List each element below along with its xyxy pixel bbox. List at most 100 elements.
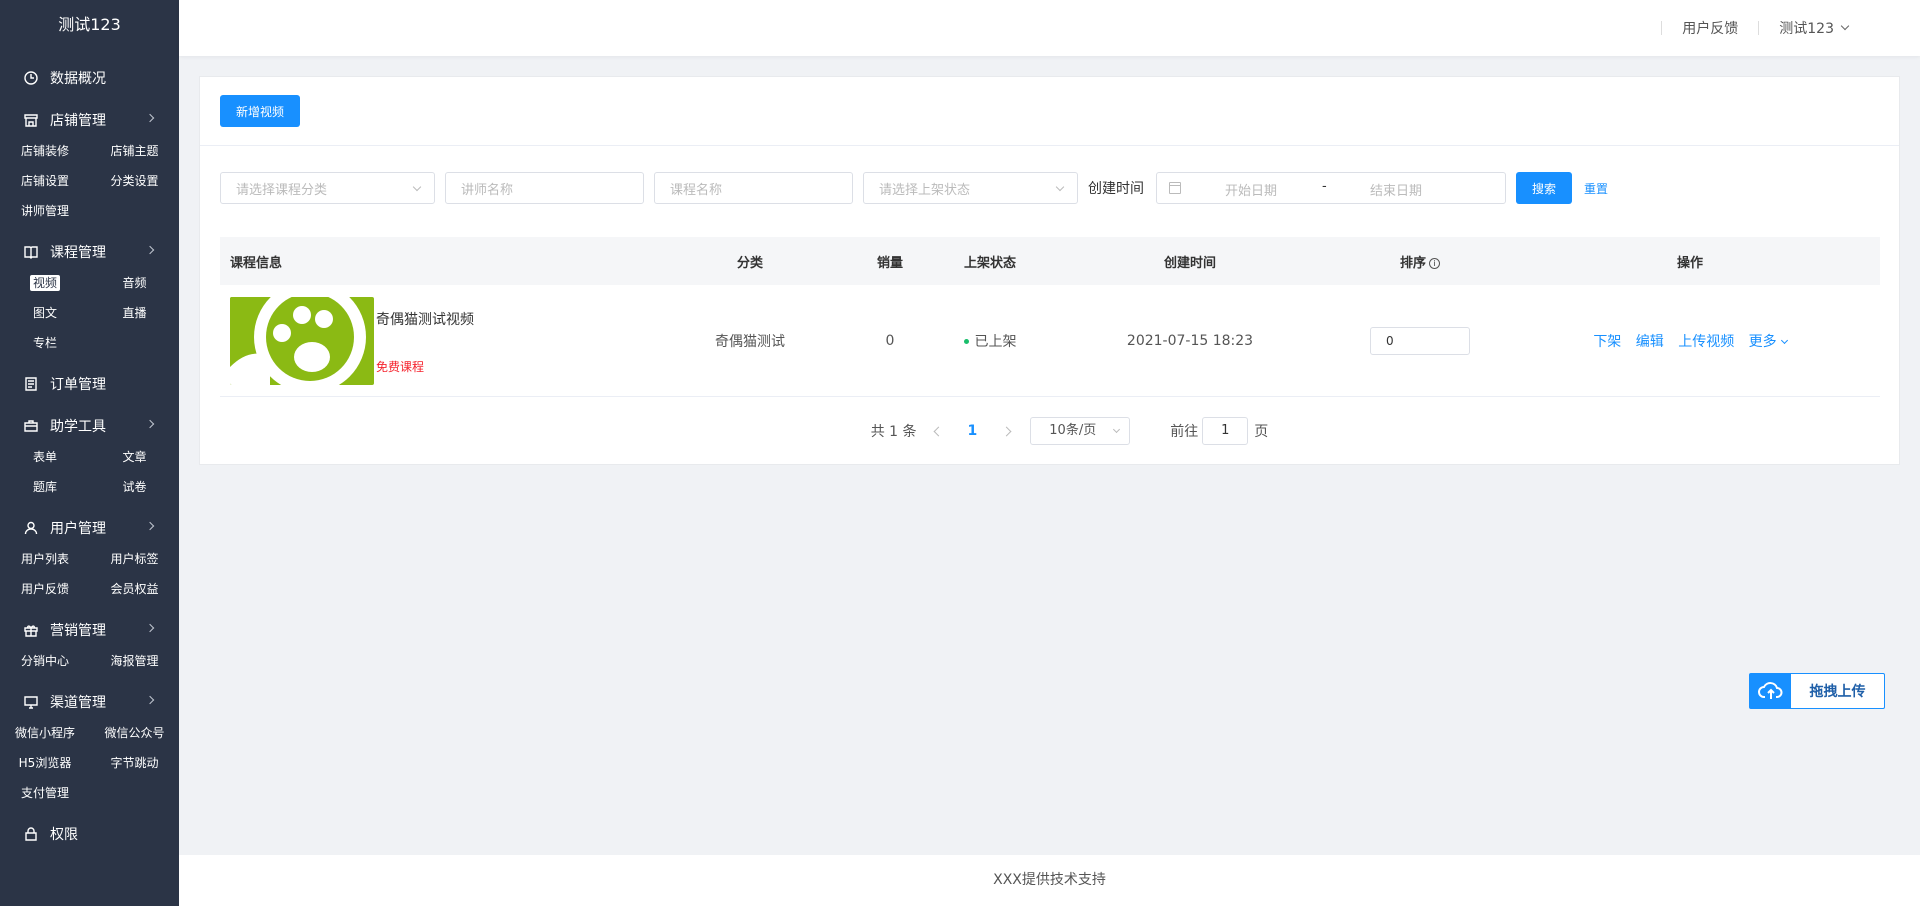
- reset-link[interactable]: 重置: [1584, 180, 1608, 197]
- course-info-cell: 奇偶猫测试视频 免费课程: [220, 296, 660, 385]
- sidebar-item-article[interactable]: 图文: [0, 298, 90, 328]
- sidebar-item-video[interactable]: 视频: [0, 268, 90, 298]
- sidebar-item-question-bank[interactable]: 题库: [0, 472, 90, 502]
- nav-label: 营销管理: [50, 623, 106, 639]
- sidebar-item-articles[interactable]: 文章: [90, 442, 179, 472]
- document-icon: [24, 377, 38, 391]
- search-button[interactable]: 搜索: [1516, 172, 1572, 204]
- sidebar-item-user-list[interactable]: 用户列表: [0, 544, 90, 574]
- pagination-total: 共 1 条: [870, 424, 917, 440]
- nav-user-management[interactable]: 用户管理: [0, 512, 179, 544]
- nav-label: 课程管理: [50, 245, 106, 261]
- chevron-right-icon: [145, 419, 155, 429]
- tools-submenu: 表单 文章 题库 试卷: [0, 442, 179, 502]
- chevron-right-icon: [145, 113, 155, 123]
- course-thumbnail[interactable]: [230, 296, 374, 385]
- course-submenu: 视频 音频 图文 直播 专栏: [0, 268, 179, 358]
- free-course-tag: 免费课程: [376, 359, 425, 374]
- sidebar-item-member-benefits[interactable]: 会员权益: [90, 574, 179, 604]
- nav-permissions[interactable]: 权限: [0, 818, 179, 850]
- briefcase-icon: [24, 419, 38, 433]
- col-created-time: 创建时间: [1163, 255, 1216, 271]
- table-header: 课程信息 分类 销量 上架状态 创建时间 排序 i 操作: [220, 237, 1880, 285]
- nav-learning-tools[interactable]: 助学工具: [0, 410, 179, 442]
- sidebar-item-user-tags[interactable]: 用户标签: [90, 544, 179, 574]
- sidebar-item-shop-decor[interactable]: 店铺装修: [0, 136, 90, 166]
- upload-video-link[interactable]: 上传视频: [1678, 334, 1734, 350]
- course-name-input[interactable]: 课程名称: [654, 172, 853, 204]
- course-title[interactable]: 奇偶猫测试视频: [376, 309, 474, 329]
- info-icon[interactable]: i: [1429, 257, 1440, 269]
- next-page-icon[interactable]: [1001, 426, 1012, 436]
- nav-label: 助学工具: [50, 419, 106, 435]
- sidebar-item-shop-settings[interactable]: 店铺设置: [0, 166, 90, 196]
- teacher-name-input[interactable]: 讲师名称: [445, 172, 644, 204]
- header-divider: [1758, 21, 1760, 35]
- page-number-current[interactable]: 1: [968, 423, 978, 439]
- date-range-picker[interactable]: 开始日期 - 结束日期: [1156, 172, 1506, 204]
- start-date-placeholder[interactable]: 开始日期: [1225, 180, 1277, 199]
- nav-channel-management[interactable]: 渠道管理: [0, 686, 179, 718]
- nav-label: 渠道管理: [50, 695, 106, 711]
- table-row: 奇偶猫测试视频 免费课程 奇偶猫测试 0 已上架 2021-07-15 18:2…: [220, 285, 1880, 397]
- end-date-placeholder[interactable]: 结束日期: [1370, 180, 1422, 199]
- sidebar-item-wechat-mini[interactable]: 微信小程序: [0, 718, 90, 748]
- sidebar-item-column[interactable]: 专栏: [0, 328, 90, 358]
- page-size-select[interactable]: 10条/页: [1030, 417, 1131, 445]
- unpublish-link[interactable]: 下架: [1593, 334, 1621, 350]
- sort-cell: 0: [1340, 326, 1500, 355]
- category-select[interactable]: 请选择课程分类: [220, 172, 435, 204]
- category-select-placeholder: 请选择课程分类: [236, 182, 328, 198]
- created-time-label: 创建时间: [1088, 181, 1144, 197]
- user-menu[interactable]: 测试123: [1779, 18, 1850, 38]
- chevron-right-icon: [145, 245, 155, 255]
- sidebar-item-wechat-official[interactable]: 微信公众号: [90, 718, 179, 748]
- drag-upload-button[interactable]: 拖拽上传: [1749, 673, 1885, 709]
- sidebar-item-h5[interactable]: H5浏览器: [0, 748, 90, 778]
- nav-store-management[interactable]: 店铺管理: [0, 104, 179, 136]
- sidebar-item-payment[interactable]: 支付管理: [0, 778, 90, 808]
- nav-course-management[interactable]: 课程管理: [0, 236, 179, 268]
- status-select[interactable]: 请选择上架状态: [863, 172, 1078, 204]
- user-submenu: 用户列表 用户标签 用户反馈 会员权益: [0, 544, 179, 604]
- chevron-down-icon: [1113, 425, 1121, 434]
- nav-label: 权限: [50, 827, 78, 843]
- nav-data-overview[interactable]: 数据概况: [0, 62, 179, 94]
- footer: XXX提供技术支持: [179, 855, 1920, 906]
- sidebar-item-live[interactable]: 直播: [90, 298, 179, 328]
- edit-link[interactable]: 编辑: [1636, 334, 1664, 350]
- user-name: 测试123: [1779, 21, 1834, 37]
- nav-order-management[interactable]: 订单管理: [0, 368, 179, 400]
- col-operations: 操作: [1676, 255, 1703, 271]
- course-table: 课程信息 分类 销量 上架状态 创建时间 排序 i 操作 奇偶猫测试视频 免费课…: [220, 237, 1880, 397]
- sidebar-item-distribution[interactable]: 分销中心: [0, 646, 90, 676]
- sidebar-item-bytedance[interactable]: 字节跳动: [90, 748, 179, 778]
- nav-marketing-management[interactable]: 营销管理: [0, 614, 179, 646]
- feedback-link[interactable]: 用户反馈: [1682, 18, 1738, 38]
- sidebar-item-poster[interactable]: 海报管理: [90, 646, 179, 676]
- pagination: 共 1 条 1 10条/页 前往 1 页: [200, 417, 1899, 445]
- sort-input[interactable]: 0: [1370, 326, 1470, 355]
- goto-page-input[interactable]: 1: [1202, 417, 1249, 445]
- sidebar-item-form[interactable]: 表单: [0, 442, 90, 472]
- app-logo: 测试123: [58, 15, 121, 34]
- sidebar-item-shop-theme[interactable]: 店铺主题: [90, 136, 179, 166]
- sidebar-item-category-settings[interactable]: 分类设置: [90, 166, 179, 196]
- footer-text: XXX提供技术支持: [993, 872, 1106, 888]
- status-select-placeholder: 请选择上架状态: [879, 182, 971, 198]
- add-video-button[interactable]: 新增视频: [220, 95, 300, 127]
- sidebar-item-exam[interactable]: 试卷: [90, 472, 179, 502]
- top-header: 用户反馈 测试123: [179, 0, 1920, 56]
- more-dropdown[interactable]: 更多: [1749, 334, 1788, 350]
- chevron-down-icon: [412, 182, 422, 192]
- sidebar-item-user-feedback[interactable]: 用户反馈: [0, 574, 90, 604]
- category-cell: 奇偶猫测试: [715, 333, 785, 350]
- created-time-cell: 2021-07-15 18:23: [1126, 332, 1254, 349]
- marketing-submenu: 分销中心 海报管理: [0, 646, 179, 676]
- sidebar-item-teacher-management[interactable]: 讲师管理: [0, 196, 90, 226]
- clock-icon: [24, 71, 38, 85]
- sidebar-item-audio[interactable]: 音频: [90, 268, 179, 298]
- nav-label: 订单管理: [50, 377, 106, 393]
- prev-page-icon[interactable]: [933, 426, 943, 436]
- cloud-upload-icon: [1750, 674, 1791, 708]
